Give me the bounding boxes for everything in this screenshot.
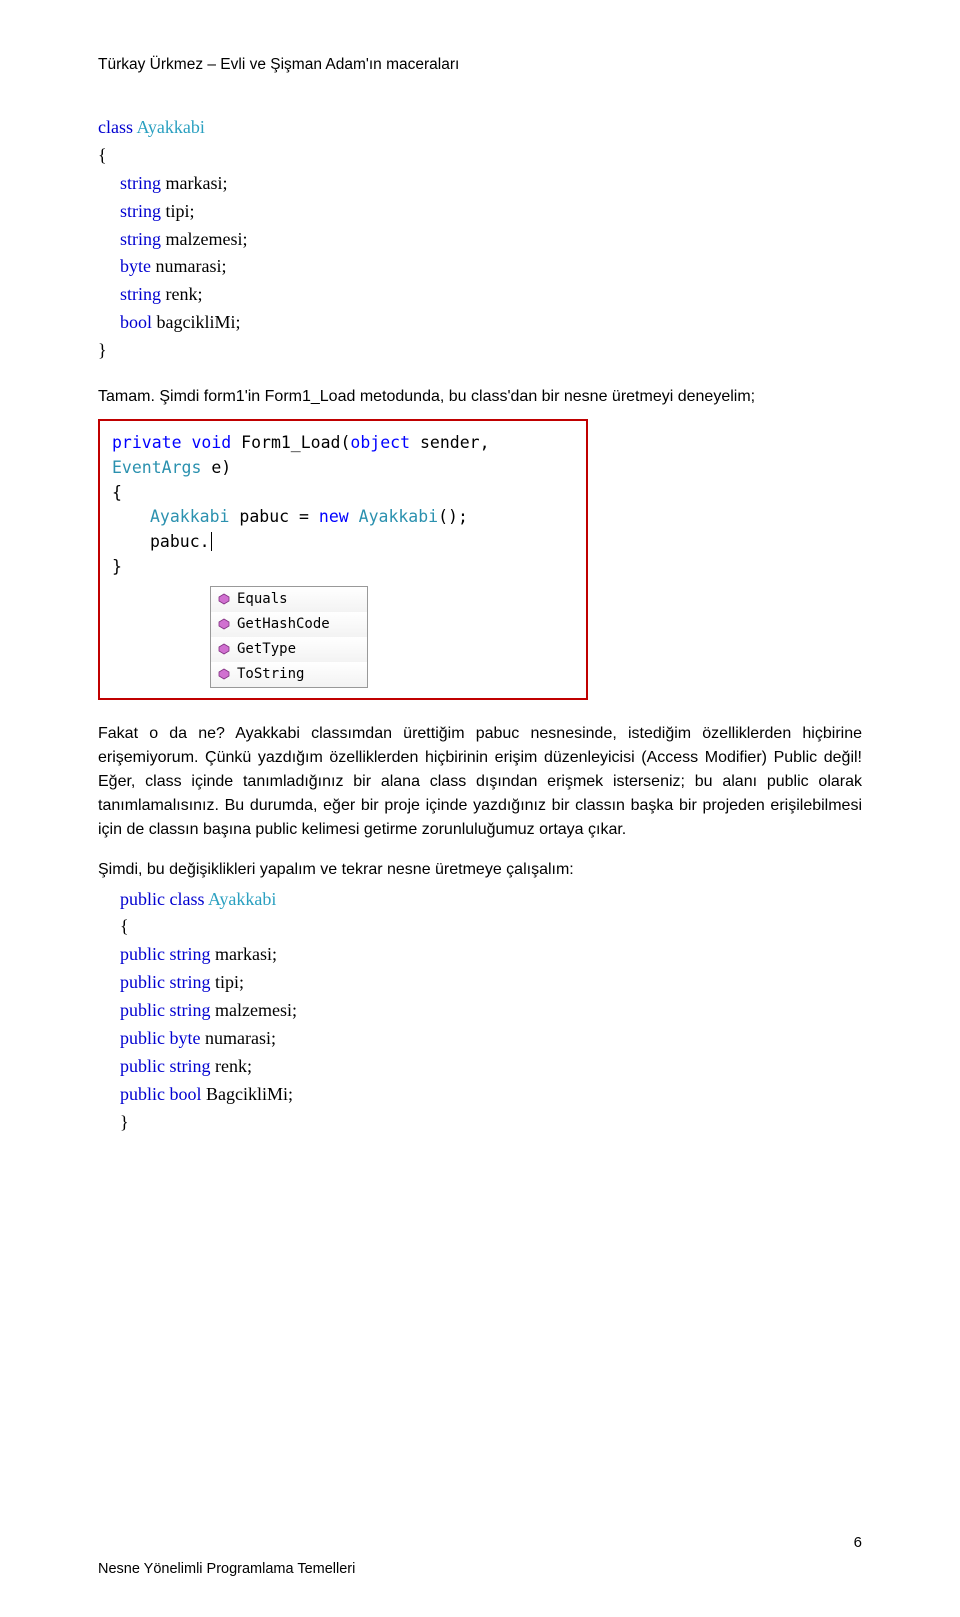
intellisense-label: ToString [237,664,304,685]
field-name: renk; [215,1056,252,1076]
method-name: Form1_Load( [241,433,350,452]
kw-class: class [170,889,205,909]
intellisense-label: GetHashCode [237,614,330,635]
field-name: BagcikliMi; [206,1084,293,1104]
kw-public: public [120,1084,165,1104]
intellisense-label: Equals [237,589,288,610]
intellisense-popup: Equals GetHashCode GetType ToString [210,586,368,688]
kw: string [170,1000,211,1020]
paragraph-2: Fakat o da ne? Ayakkabi classımdan ürett… [98,722,862,842]
field-name: bagcikliMi; [157,312,241,332]
type-name: Ayakkabi [137,117,205,137]
field-name: malzemesi; [166,229,248,249]
member-access: pabuc. [150,530,574,555]
close-brace: } [98,1109,862,1137]
ctor-end: (); [438,507,468,526]
kw: string [120,284,161,304]
method-icon [217,667,231,681]
kw: string [120,229,161,249]
type-ayakkabi: Ayakkabi [150,507,229,526]
field-name: malzemesi; [215,1000,297,1020]
intellisense-label: GetType [237,639,296,660]
page-container: Türkay Ürkmez – Evli ve Şişman Adam'ın m… [0,0,960,1617]
kw-public: public [120,1056,165,1076]
intellisense-item[interactable]: GetHashCode [211,612,367,637]
kw: bool [120,312,152,332]
intellisense-item[interactable]: Equals [211,587,367,612]
kw: byte [170,1028,201,1048]
type-ayakkabi-2: Ayakkabi [349,507,438,526]
type-name: Ayakkabi [208,889,276,909]
kw-public: public [120,1028,165,1048]
kw-public: public [120,1000,165,1020]
arg1: sender, [410,433,489,452]
page-number: 6 [854,1534,862,1551]
kw-public: public [120,972,165,992]
field-name: tipi; [215,972,244,992]
intellisense-item[interactable]: ToString [211,662,367,687]
method-icon [217,617,231,631]
code-block-2: public class Ayakkabi { public string ma… [98,886,862,1137]
kw-private-void: private void [112,433,241,452]
open-brace: { [98,142,862,170]
arg2: e) [201,458,231,477]
kw: string [120,201,161,221]
open-brace: { [98,913,862,941]
kw: string [170,1056,211,1076]
kw: string [120,173,161,193]
close-brace: } [98,337,862,365]
field-name: markasi; [166,173,228,193]
kw-class: class [98,117,133,137]
footer-text: Nesne Yönelimli Programlama Temelleri [98,1561,355,1577]
kw-public: public [120,944,165,964]
close-brace: } [112,555,574,580]
paragraph-3: Şimdi, bu değişiklikleri yapalım ve tekr… [98,858,862,882]
kw-object: object [350,433,410,452]
field-name: tipi; [166,201,195,221]
field-name: markasi; [215,944,277,964]
kw-public: public [120,889,165,909]
kw-new: new [319,507,349,526]
kw: byte [120,256,151,276]
type-eventargs: EventArgs [112,458,201,477]
field-name: numarasi; [156,256,227,276]
method-icon [217,642,231,656]
field-name: numarasi; [205,1028,276,1048]
page-header: Türkay Ürkmez – Evli ve Şişman Adam'ın m… [98,56,862,74]
paragraph-1: Tamam. Şimdi form1'in Form1_Load metodun… [98,385,862,409]
kw: string [170,944,211,964]
field-name: renk; [166,284,203,304]
kw: string [170,972,211,992]
method-icon [217,592,231,606]
open-brace: { [112,481,574,506]
kw: bool [170,1084,202,1104]
var-decl: pabuc = [229,507,318,526]
intellisense-item[interactable]: GetType [211,637,367,662]
code-block-1: class Ayakkabi { string markasi; string … [98,114,862,365]
code-screenshot: private void Form1_Load(object sender, E… [98,419,588,700]
